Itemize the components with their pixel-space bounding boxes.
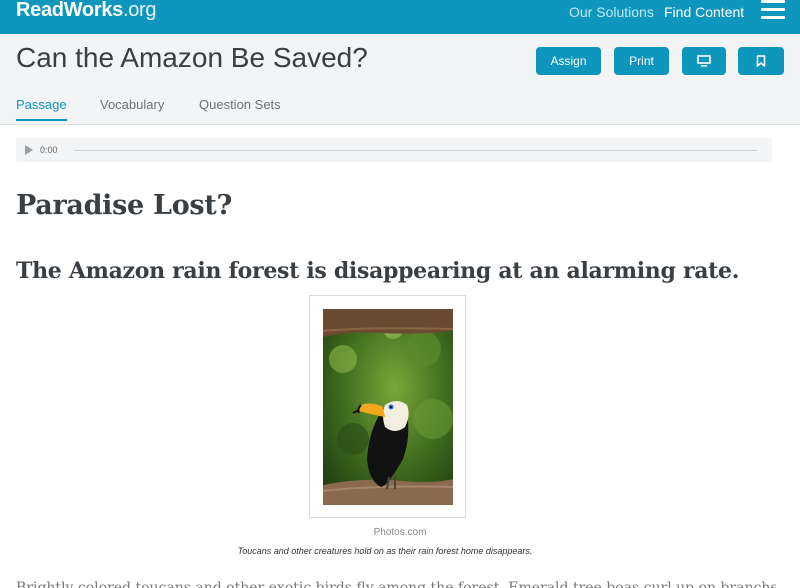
- article-heading: Paradise Lost?: [16, 190, 232, 221]
- article-body-text: Brightly colored toucans and other exoti…: [16, 580, 776, 588]
- monitor-icon: [697, 55, 711, 67]
- toucan-photo: [323, 309, 453, 505]
- page-title: Can the Amazon Be Saved?: [16, 42, 368, 73]
- readworks-logo[interactable]: ReadWorks.org: [16, 0, 157, 22]
- audio-progress-track[interactable]: [74, 150, 757, 151]
- present-button[interactable]: [682, 47, 726, 75]
- nav-find-content[interactable]: Find Content: [664, 4, 744, 20]
- tab-passage[interactable]: Passage: [16, 97, 67, 121]
- tab-question-sets[interactable]: Question Sets: [199, 97, 281, 112]
- nav-our-solutions[interactable]: Our Solutions: [569, 4, 654, 20]
- hamburger-menu-icon[interactable]: [761, 0, 785, 20]
- bookmark-icon: [756, 55, 766, 67]
- tab-vocabulary[interactable]: Vocabulary: [100, 97, 164, 112]
- audio-time: 0:00: [40, 145, 58, 155]
- photo-credit: Photos.com: [373, 527, 427, 538]
- logo-suffix: .org: [122, 0, 157, 21]
- print-button[interactable]: Print: [614, 47, 669, 75]
- logo-text: ReadWorks: [16, 0, 123, 21]
- article-figure: [309, 295, 466, 518]
- top-nav-bar: ReadWorks.org Our Solutions Find Content: [0, 0, 800, 34]
- audio-player: 0:00: [16, 138, 772, 162]
- figure-caption: Toucans and other creatures hold on as t…: [237, 546, 533, 556]
- passage-title-bar: Can the Amazon Be Saved? Assign Print Pa…: [0, 34, 800, 125]
- article-subheading: The Amazon rain forest is disappearing a…: [16, 258, 740, 284]
- play-icon[interactable]: [25, 145, 33, 155]
- bookmark-button[interactable]: [738, 47, 784, 75]
- assign-button[interactable]: Assign: [536, 47, 601, 75]
